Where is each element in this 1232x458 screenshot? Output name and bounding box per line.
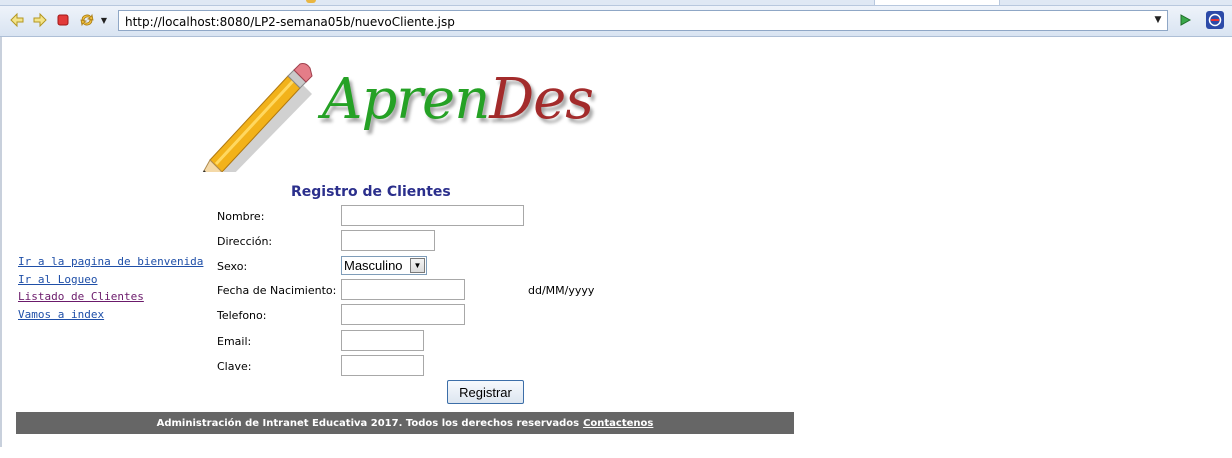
sexo-selected-value: Masculino	[344, 258, 403, 273]
email-input[interactable]	[341, 330, 424, 351]
navigation-toolbar: ▼ ▼	[0, 6, 1232, 37]
history-dropdown[interactable]: ▼	[98, 11, 110, 29]
link-bienvenida[interactable]: Ir a la pagina de bienvenida	[18, 253, 203, 271]
go-button[interactable]	[1176, 11, 1194, 29]
play-icon	[1180, 14, 1192, 26]
browser-logo-button[interactable]	[1205, 10, 1225, 30]
forward-button[interactable]	[31, 11, 49, 29]
stop-button[interactable]	[54, 11, 72, 29]
form-title: Registro de Clientes	[291, 184, 451, 200]
fecha-input[interactable]	[341, 279, 465, 300]
fecha-format-hint: dd/MM/yyyy	[528, 284, 595, 297]
clave-label: Clave:	[217, 360, 252, 373]
chevron-down-icon: ▼	[1154, 15, 1162, 25]
chevron-down-icon[interactable]: ▼	[410, 258, 425, 273]
clave-input[interactable]	[341, 355, 424, 376]
side-links: Ir a la pagina de bienvenida Ir al Logue…	[18, 253, 203, 323]
refresh-icon	[80, 13, 94, 27]
stop-icon	[57, 14, 69, 26]
address-bar[interactable]	[118, 10, 1168, 31]
email-label: Email:	[217, 335, 252, 348]
back-button[interactable]	[8, 11, 26, 29]
link-logueo[interactable]: Ir al Logueo	[18, 271, 203, 289]
link-listado-clientes[interactable]: Listado de Clientes	[18, 288, 203, 306]
browser-logo-icon	[1206, 11, 1224, 29]
telefono-label: Telefono:	[217, 309, 267, 322]
telefono-input[interactable]	[341, 304, 465, 325]
registrar-button[interactable]: Registrar	[447, 380, 524, 404]
page-edge	[0, 37, 2, 447]
logo-text-red: Des	[489, 67, 594, 132]
fecha-label: Fecha de Nacimiento:	[217, 284, 337, 297]
refresh-button[interactable]	[78, 11, 96, 29]
address-dropdown[interactable]: ▼	[1152, 14, 1164, 26]
nombre-label: Nombre:	[217, 210, 265, 223]
logo-text: AprenDes	[322, 72, 594, 128]
sexo-select[interactable]: Masculino ▼	[341, 256, 427, 275]
tab-indicator	[306, 0, 316, 3]
direccion-label: Dirección:	[217, 235, 273, 248]
back-arrow-icon	[10, 12, 24, 28]
link-index[interactable]: Vamos a index	[18, 306, 203, 324]
chevron-down-icon: ▼	[100, 15, 108, 25]
active-tab[interactable]	[874, 0, 1000, 5]
contactenos-link[interactable]: Contactenos	[583, 418, 653, 429]
footer-text: Administración de Intranet Educativa 201…	[156, 417, 580, 429]
nombre-input[interactable]	[341, 205, 524, 226]
footer-bar: Administración de Intranet Educativa 201…	[16, 412, 794, 434]
sexo-label: Sexo:	[217, 260, 248, 273]
logo-text-green: Apren	[322, 67, 490, 132]
forward-arrow-icon	[33, 12, 47, 28]
direccion-input[interactable]	[341, 230, 435, 251]
